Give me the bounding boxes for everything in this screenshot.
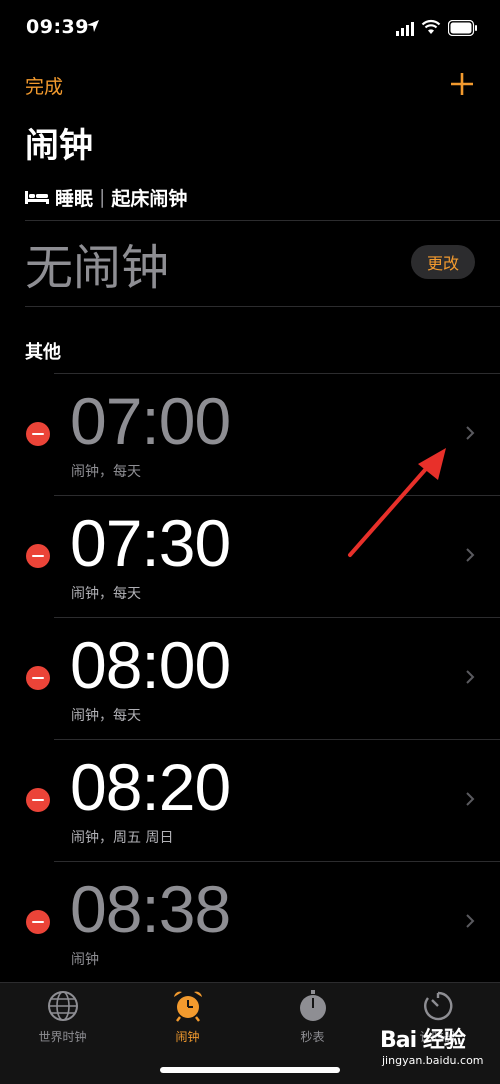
tab-label: 秒表: [300, 1030, 325, 1044]
stopwatch-icon: [299, 990, 326, 1021]
battery-icon: [448, 20, 477, 36]
delete-icon[interactable]: [26, 910, 50, 934]
alarm-row[interactable]: 07:30 闹钟，每天: [0, 496, 500, 618]
sleep-label: 睡眠: [55, 187, 94, 210]
sleep-separator: |: [99, 186, 106, 208]
wifi-icon: [421, 19, 441, 34]
delete-icon[interactable]: [26, 544, 50, 568]
alarm-label: 闹钟，每天: [71, 464, 141, 480]
tab-world-clock[interactable]: 世界时钟: [0, 989, 125, 1049]
home-indicator[interactable]: [160, 1067, 340, 1073]
alarm-label: 闹钟，每天: [71, 586, 141, 602]
alarm-label: 闹钟，每天: [71, 708, 141, 724]
signal-icon: [396, 22, 414, 36]
alarm-label: 闹钟，周五 周日: [71, 830, 174, 846]
alarm-row[interactable]: 08:38 闹钟: [0, 862, 500, 984]
location-arrow-icon: [87, 20, 99, 32]
baidu-watermark: Bai 经验 jingyan.baidu.com: [380, 1022, 484, 1067]
delete-icon[interactable]: [26, 788, 50, 812]
chevron-right-icon[interactable]: [464, 912, 476, 930]
alarm-time: 08:20: [70, 750, 231, 824]
chevron-right-icon[interactable]: [464, 790, 476, 808]
alarm-clock-icon: [173, 991, 202, 1022]
wake-alarm-label: 起床闹钟: [111, 187, 188, 210]
bed-icon: [25, 191, 49, 204]
delete-icon[interactable]: [26, 666, 50, 690]
chevron-right-icon[interactable]: [464, 424, 476, 442]
tab-label: 闹钟: [175, 1030, 200, 1044]
alarm-row[interactable]: 08:20 闹钟，周五 周日: [0, 740, 500, 862]
chevron-right-icon[interactable]: [464, 668, 476, 686]
alarm-time: 07:30: [70, 506, 231, 580]
page-title: 闹钟: [25, 126, 93, 166]
plus-icon[interactable]: [448, 70, 476, 98]
section-label-other: 其他: [25, 342, 61, 363]
delete-icon[interactable]: [26, 422, 50, 446]
divider: [25, 220, 500, 221]
done-button[interactable]: 完成: [25, 72, 63, 99]
alarm-row[interactable]: 08:00 闹钟，每天: [0, 618, 500, 740]
change-button[interactable]: 更改: [411, 245, 475, 279]
status-time: 09:39: [26, 16, 89, 38]
alarm-time: 08:38: [70, 872, 231, 946]
no-alarm-text: 无闹钟: [25, 240, 170, 296]
tab-label: 世界时钟: [38, 1030, 87, 1044]
divider: [25, 306, 500, 307]
status-bar: 09:39: [0, 0, 500, 60]
alarm-time: 07:00: [70, 384, 231, 458]
watermark-main: Bai 经验: [380, 1028, 466, 1053]
timer-icon: [423, 991, 452, 1021]
tab-alarm[interactable]: 闹钟: [125, 989, 250, 1049]
watermark-sub: jingyan.baidu.com: [382, 1054, 484, 1067]
globe-icon: [47, 991, 78, 1021]
alarm-row[interactable]: 07:00 闹钟，每天: [0, 374, 500, 496]
sleep-header: 睡眠 | 起床闹钟: [25, 182, 187, 212]
chevron-right-icon[interactable]: [464, 546, 476, 564]
tab-stopwatch[interactable]: 秒表: [250, 989, 375, 1049]
alarm-label: 闹钟: [71, 952, 99, 968]
alarm-time: 08:00: [70, 628, 231, 702]
